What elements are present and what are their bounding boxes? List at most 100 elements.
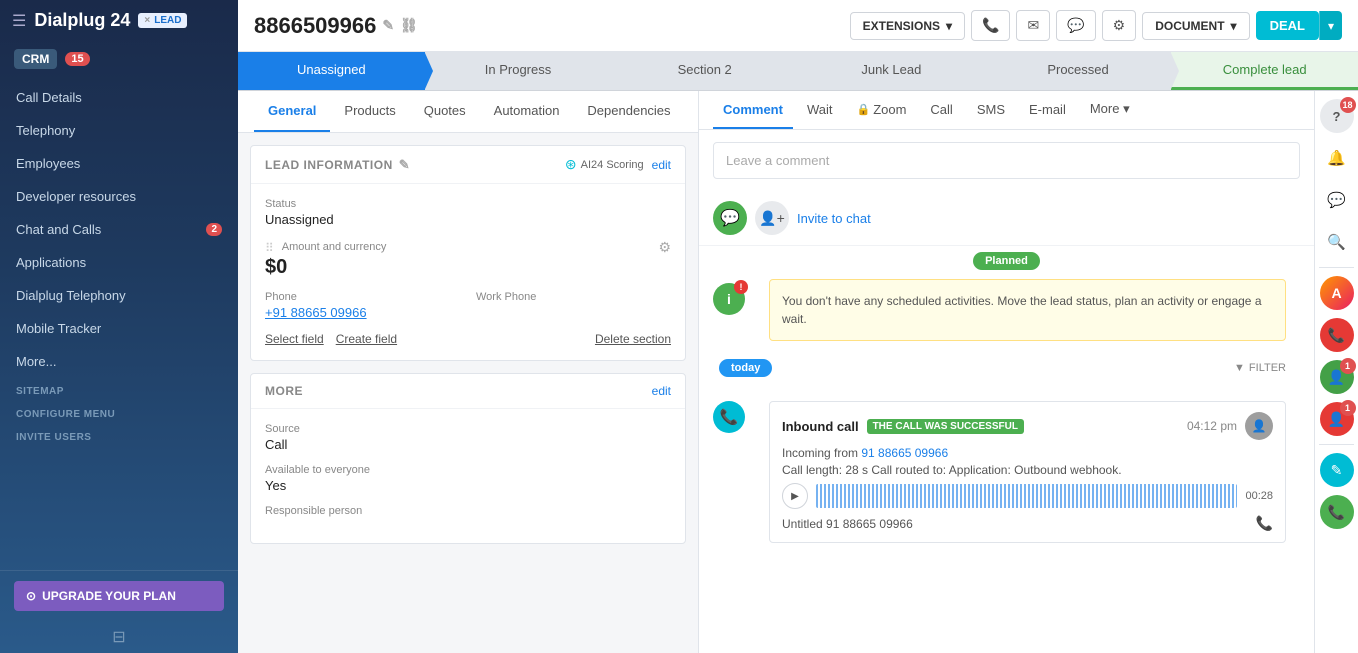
- bell-icon[interactable]: 🔔: [1320, 141, 1354, 175]
- hamburger-icon[interactable]: ☰: [12, 11, 26, 31]
- pipeline-step-junk-lead[interactable]: Junk Lead: [798, 52, 985, 90]
- sidebar-item-call-details[interactable]: Call Details: [0, 81, 238, 114]
- call-dot: 📞: [713, 401, 745, 433]
- chat-button[interactable]: 💬: [1056, 10, 1095, 41]
- activity-tab-wait[interactable]: Wait: [797, 92, 843, 129]
- deal-arrow-button[interactable]: ▾: [1319, 11, 1342, 40]
- info-icon-dot: i !: [713, 283, 745, 315]
- sidebar-nav: Call Details Telephony Employees Develop…: [0, 77, 238, 570]
- pipeline-step-complete-lead[interactable]: Complete lead: [1171, 52, 1358, 90]
- invite-users-label: INVITE USERS: [0, 424, 238, 447]
- activity-tab-sms[interactable]: SMS: [967, 92, 1015, 129]
- more-body: Source Call Available to everyone Yes Re…: [251, 409, 685, 543]
- sidebar-footer: ⊙ UPGRADE YOUR PLAN: [0, 570, 238, 621]
- comment-box[interactable]: Leave a comment: [713, 142, 1300, 179]
- filter-button[interactable]: ▼ FILTER: [1220, 362, 1300, 374]
- print-icon[interactable]: ⊟: [0, 621, 238, 653]
- right-strip: ? 18 🔔 💬 🔍 A 📞 👤 1 👤 1 ✎ 📞: [1314, 91, 1358, 653]
- invite-icon[interactable]: 👤+: [755, 201, 789, 235]
- call-event-header: Inbound call THE CALL WAS SUCCESSFUL 04:…: [782, 412, 1273, 440]
- play-button[interactable]: ▶: [782, 483, 808, 509]
- activity-tab-email[interactable]: E-mail: [1019, 92, 1076, 129]
- avatar-image: A: [1320, 276, 1354, 310]
- crm-row: CRM 15: [0, 41, 238, 77]
- person-red-icon[interactable]: 👤 1: [1320, 402, 1354, 436]
- tab-quotes[interactable]: Quotes: [410, 91, 480, 132]
- tab-history[interactable]: History: [685, 91, 698, 132]
- edit-section-icon[interactable]: ✎: [399, 157, 410, 173]
- upgrade-plan-button[interactable]: ⊙ UPGRADE YOUR PLAN: [14, 581, 224, 611]
- lead-info-actions: ⊛ AI24 Scoring edit: [565, 156, 671, 173]
- more-header: MORE edit: [251, 374, 685, 409]
- extensions-button[interactable]: EXTENSIONS ▾: [850, 12, 965, 40]
- call-number-link[interactable]: 91 88665 09966: [861, 446, 948, 460]
- tab-general[interactable]: General: [254, 91, 330, 132]
- sidebar-item-dialplug-telephony[interactable]: Dialplug Telephony: [0, 279, 238, 312]
- link-icon[interactable]: ⛓: [400, 17, 418, 34]
- sitemap-label: SITEMAP: [0, 378, 238, 401]
- invite-chat-link[interactable]: Invite to chat: [797, 211, 871, 226]
- pipeline-step-in-progress[interactable]: In Progress: [425, 52, 612, 90]
- amount-field: ⠿ Amount and currency ⚙ $0: [265, 239, 671, 279]
- tab-automation[interactable]: Automation: [480, 91, 574, 132]
- activity-tab-comment[interactable]: Comment: [713, 92, 793, 129]
- avatar[interactable]: A: [1320, 276, 1354, 310]
- phone-field: Phone +91 88665 09966 Work Phone: [265, 291, 671, 320]
- phone-red-icon[interactable]: 📞: [1320, 318, 1354, 352]
- sidebar-item-developer-resources[interactable]: Developer resources: [0, 180, 238, 213]
- person-green-icon[interactable]: 👤 1: [1320, 360, 1354, 394]
- chat-calls-badge: 2: [206, 223, 222, 236]
- sidebar-item-telephony[interactable]: Telephony: [0, 114, 238, 147]
- call-phone-icon[interactable]: 📞: [1256, 515, 1273, 532]
- phone-green-bottom-icon[interactable]: 📞: [1320, 495, 1354, 529]
- activity-tab-more[interactable]: More ▾: [1080, 91, 1140, 129]
- activity-tab-zoom[interactable]: 🔒 Zoom: [846, 92, 916, 129]
- activity-stream: 💬 👤+ Invite to chat Planned i !: [699, 191, 1314, 653]
- today-row: today ▼ FILTER: [699, 347, 1314, 389]
- waveform: [816, 484, 1237, 508]
- invite-chat-row: 💬 👤+ Invite to chat: [699, 191, 1314, 246]
- sidebar: ☰ Dialplug 24 × LEAD CRM 15 Call Details…: [0, 0, 238, 653]
- notice-badge: !: [734, 280, 748, 294]
- delete-section-link[interactable]: Delete section: [595, 332, 671, 346]
- lead-info-edit[interactable]: edit: [652, 158, 671, 172]
- more-title: MORE: [265, 384, 303, 398]
- sidebar-item-mobile-tracker[interactable]: Mobile Tracker: [0, 312, 238, 345]
- chat-strip-icon[interactable]: 💬: [1320, 183, 1354, 217]
- sidebar-item-applications[interactable]: Applications: [0, 246, 238, 279]
- pipeline-step-processed[interactable]: Processed: [985, 52, 1172, 90]
- audio-player: ▶ 00:28: [782, 483, 1273, 509]
- amount-settings-icon[interactable]: ⚙: [658, 239, 671, 256]
- select-field-link[interactable]: Select field: [265, 332, 324, 346]
- deal-button[interactable]: DEAL: [1256, 11, 1319, 40]
- settings-button[interactable]: ⚙: [1102, 10, 1137, 41]
- lead-badge-x[interactable]: ×: [144, 15, 150, 26]
- search-icon[interactable]: 🔍: [1320, 225, 1354, 259]
- sidebar-item-chat-and-calls[interactable]: Chat and Calls 2: [0, 213, 238, 246]
- tab-products[interactable]: Products: [330, 91, 409, 132]
- crm-count: 15: [65, 52, 89, 66]
- lead-info-card: LEAD INFORMATION ✎ ⊛ AI24 Scoring edit: [250, 145, 686, 361]
- crm-label[interactable]: CRM: [14, 49, 57, 69]
- sidebar-item-employees[interactable]: Employees: [0, 147, 238, 180]
- lock-icon: 🔒: [856, 103, 870, 116]
- create-field-link[interactable]: Create field: [336, 332, 397, 346]
- more-edit[interactable]: edit: [652, 384, 671, 398]
- sidebar-item-more[interactable]: More...: [0, 345, 238, 378]
- pipeline-step-section2[interactable]: Section 2: [611, 52, 798, 90]
- edit-phone-icon[interactable]: ✎: [382, 17, 394, 34]
- panel-content: LEAD INFORMATION ✎ ⊛ AI24 Scoring edit: [238, 133, 698, 653]
- tab-dependencies[interactable]: Dependencies: [573, 91, 684, 132]
- email-button[interactable]: ✉: [1016, 10, 1050, 41]
- lead-badge: × LEAD: [138, 13, 187, 28]
- pipeline-step-unassigned[interactable]: Unassigned: [238, 52, 425, 90]
- help-icon[interactable]: ? 18: [1320, 99, 1354, 133]
- document-button[interactable]: DOCUMENT ▾: [1142, 12, 1249, 40]
- call-button[interactable]: 📞: [971, 10, 1010, 41]
- ai-scoring[interactable]: ⊛ AI24 Scoring: [565, 156, 644, 173]
- edit-cyan-icon[interactable]: ✎: [1320, 453, 1354, 487]
- drag-handle[interactable]: ⠿: [265, 241, 274, 255]
- person-green-badge: 1: [1340, 358, 1356, 374]
- activity-tab-call[interactable]: Call: [920, 92, 962, 129]
- top-bar: 8866509966 ✎ ⛓ EXTENSIONS ▾ 📞 ✉ 💬 ⚙ DOCU…: [238, 0, 1358, 52]
